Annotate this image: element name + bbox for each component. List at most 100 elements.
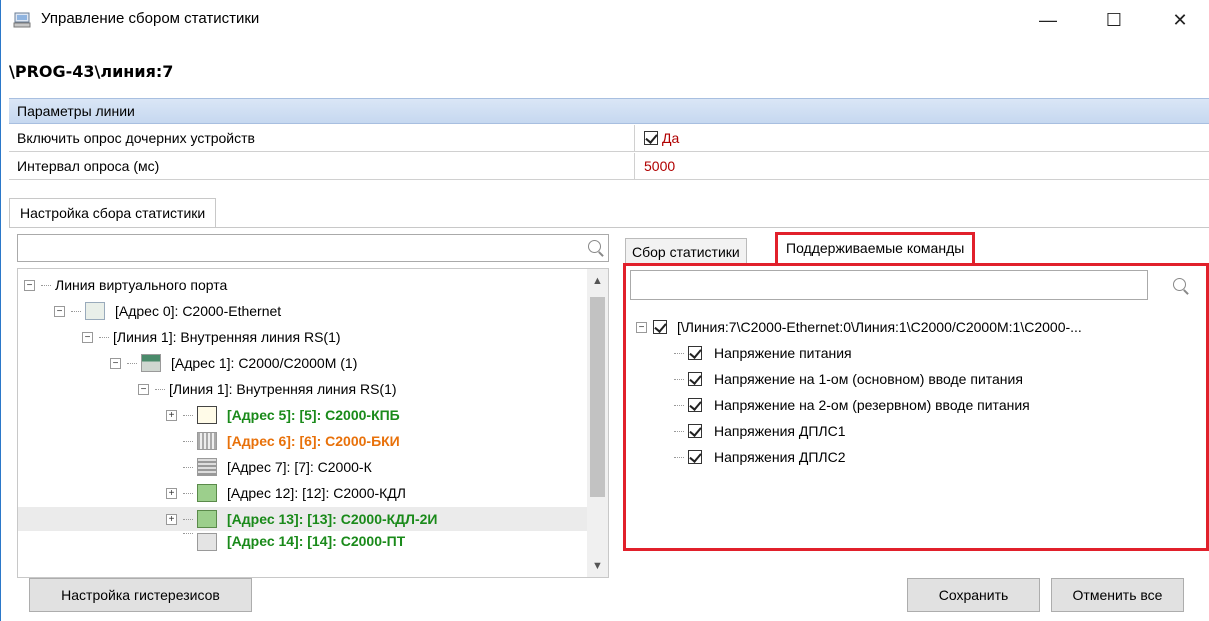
panel-icon xyxy=(141,354,161,372)
left-search-input[interactable] xyxy=(17,234,609,262)
tree-node[interactable]: [Адрес 6]: [6]: С2000-БКИ xyxy=(183,429,400,453)
tree-node-label: [Адрес 12]: [12]: С2000-КДЛ xyxy=(227,485,406,501)
device-icon xyxy=(197,533,217,551)
expand-icon[interactable]: + xyxy=(166,409,177,421)
tree-node-label: [Линия 1]: Внутренняя линия RS(1) xyxy=(169,381,397,397)
scroll-up-icon[interactable]: ▲ xyxy=(591,275,604,288)
minimize-button[interactable]: — xyxy=(1025,6,1071,34)
param-value-checkbox[interactable]: Да xyxy=(644,130,679,146)
tree-line xyxy=(183,466,193,468)
right-search-input[interactable] xyxy=(630,270,1148,300)
tree-node-label: [Адрес 13]: [13]: С2000-КДЛ-2И xyxy=(227,511,438,527)
keypad-icon xyxy=(197,458,217,476)
right-search-button[interactable] xyxy=(1166,272,1196,300)
param-label: Интервал опроса (мс) xyxy=(17,158,160,174)
command-label: Напряжение на 2-ом (резервном) вводе пит… xyxy=(714,397,1030,413)
tree-line xyxy=(41,284,51,286)
tree-line xyxy=(674,430,684,432)
tree-line xyxy=(674,404,684,406)
command-item[interactable]: Напряжение на 2-ом (резервном) вводе пит… xyxy=(674,394,1030,416)
tree-node-selected[interactable]: + [Адрес 13]: [13]: С2000-КДЛ-2И xyxy=(18,507,588,531)
device-icon xyxy=(197,510,217,528)
tree-node-label: [Адрес 7]: [7]: С2000-К xyxy=(227,459,372,475)
tree-node-label: [Адрес 0]: С2000-Ethernet xyxy=(115,303,282,319)
column-separator xyxy=(634,125,635,152)
tree-line xyxy=(674,456,684,458)
grid-icon xyxy=(197,432,217,450)
tab-statistics-settings[interactable]: Настройка сбора статистики xyxy=(9,198,217,228)
left-search-button[interactable] xyxy=(581,234,611,262)
title-bar: Управление сбором статистики — ☐ ✕ xyxy=(1,0,1209,40)
cancel-all-button[interactable]: Отменить все xyxy=(1051,578,1184,612)
tree-node[interactable]: − [Адрес 0]: С2000-Ethernet xyxy=(54,299,281,323)
tree-node[interactable]: − [Линия 1]: Внутренняя линия RS(1) xyxy=(138,377,397,401)
tree-node[interactable]: − [Адрес 1]: С2000/С2000М (1) xyxy=(110,351,357,375)
tree-line xyxy=(674,352,684,354)
hysteresis-settings-button[interactable]: Настройка гистерезисов xyxy=(29,578,252,612)
collapse-icon[interactable]: − xyxy=(24,279,35,291)
device-icon xyxy=(197,484,217,502)
tree-line xyxy=(674,378,684,380)
tab-statistics-collection[interactable]: Сбор статистики xyxy=(625,238,747,264)
tab-underline xyxy=(9,227,1209,228)
collapse-icon[interactable]: − xyxy=(110,357,121,369)
search-icon xyxy=(1173,278,1189,294)
collapse-icon[interactable]: − xyxy=(54,305,65,317)
scroll-thumb[interactable] xyxy=(590,297,605,497)
maximize-button[interactable]: ☐ xyxy=(1091,6,1137,34)
tree-node[interactable]: [Адрес 14]: [14]: С2000-ПТ xyxy=(183,533,405,551)
tree-node-label: [Линия 1]: Внутренняя линия RS(1) xyxy=(113,329,341,345)
device-path: \PROG-43\линия:7 xyxy=(9,62,174,81)
command-label: Напряжение на 1-ом (основном) вводе пита… xyxy=(714,371,1023,387)
checkbox-checked-icon[interactable] xyxy=(688,450,702,464)
tab-supported-commands[interactable]: Поддерживаемые команды xyxy=(775,232,976,264)
tree-node-label: [Адрес 6]: [6]: С2000-БКИ xyxy=(227,433,400,449)
tree-node[interactable]: − Линия виртуального порта xyxy=(24,273,227,297)
tree-line xyxy=(183,492,193,494)
param-value[interactable]: 5000 xyxy=(644,158,675,174)
tree-node[interactable]: + [Адрес 12]: [12]: С2000-КДЛ xyxy=(166,481,406,505)
tree-line xyxy=(155,388,165,390)
command-root-label: [\Линия:7\С2000-Ethernet:0\Линия:1\С2000… xyxy=(677,319,1082,335)
params-header: Параметры линии xyxy=(9,98,1209,124)
checkbox-checked-icon[interactable] xyxy=(688,346,702,360)
checkbox-checked-icon[interactable] xyxy=(688,398,702,412)
checkbox-checked-icon[interactable] xyxy=(644,131,658,145)
save-button[interactable]: Сохранить xyxy=(907,578,1040,612)
command-tree-root[interactable]: − [\Линия:7\С2000-Ethernet:0\Линия:1\С20… xyxy=(636,316,1082,338)
close-button[interactable]: ✕ xyxy=(1157,6,1203,34)
tree-node-label: [Адрес 14]: [14]: С2000-ПТ xyxy=(227,533,406,549)
param-value: Да xyxy=(662,130,680,146)
window-title: Управление сбором статистики xyxy=(41,10,260,27)
command-label: Напряжения ДПЛС1 xyxy=(714,423,846,439)
graph-icon xyxy=(197,406,217,424)
collapse-icon[interactable]: − xyxy=(82,331,93,343)
command-item[interactable]: Напряжения ДПЛС1 xyxy=(674,420,846,442)
checkbox-checked-icon[interactable] xyxy=(688,372,702,386)
tree-line xyxy=(127,362,137,364)
tree-line xyxy=(183,518,193,520)
checkbox-checked-icon[interactable] xyxy=(688,424,702,438)
checkbox-checked-icon[interactable] xyxy=(653,320,667,334)
scroll-down-icon[interactable]: ▼ xyxy=(591,560,604,573)
param-row-child-polling: Включить опрос дочерних устройств Да xyxy=(9,125,1209,152)
tree-node-label: Линия виртуального порта xyxy=(55,277,228,293)
collapse-icon[interactable]: − xyxy=(636,321,647,333)
device-tree[interactable]: − Линия виртуального порта − [Адрес 0]: … xyxy=(17,268,609,578)
computer-icon xyxy=(13,12,31,28)
tree-line xyxy=(183,533,193,534)
command-item[interactable]: Напряжения ДПЛС2 xyxy=(674,446,846,468)
tree-line xyxy=(183,414,193,416)
command-item[interactable]: Напряжение питания xyxy=(674,342,852,364)
tree-node[interactable]: [Адрес 7]: [7]: С2000-К xyxy=(183,455,372,479)
tree-node[interactable]: − [Линия 1]: Внутренняя линия RS(1) xyxy=(82,325,341,349)
command-label: Напряжения ДПЛС2 xyxy=(714,449,846,465)
vertical-scrollbar[interactable]: ▲ ▼ xyxy=(587,269,608,577)
expand-icon[interactable]: + xyxy=(166,487,177,499)
tree-line xyxy=(183,440,193,442)
tree-node-label: [Адрес 5]: [5]: С2000-КПБ xyxy=(227,407,400,423)
collapse-icon[interactable]: − xyxy=(138,383,149,395)
expand-icon[interactable]: + xyxy=(166,513,177,525)
command-item[interactable]: Напряжение на 1-ом (основном) вводе пита… xyxy=(674,368,1023,390)
tree-node[interactable]: + [Адрес 5]: [5]: С2000-КПБ xyxy=(166,403,400,427)
